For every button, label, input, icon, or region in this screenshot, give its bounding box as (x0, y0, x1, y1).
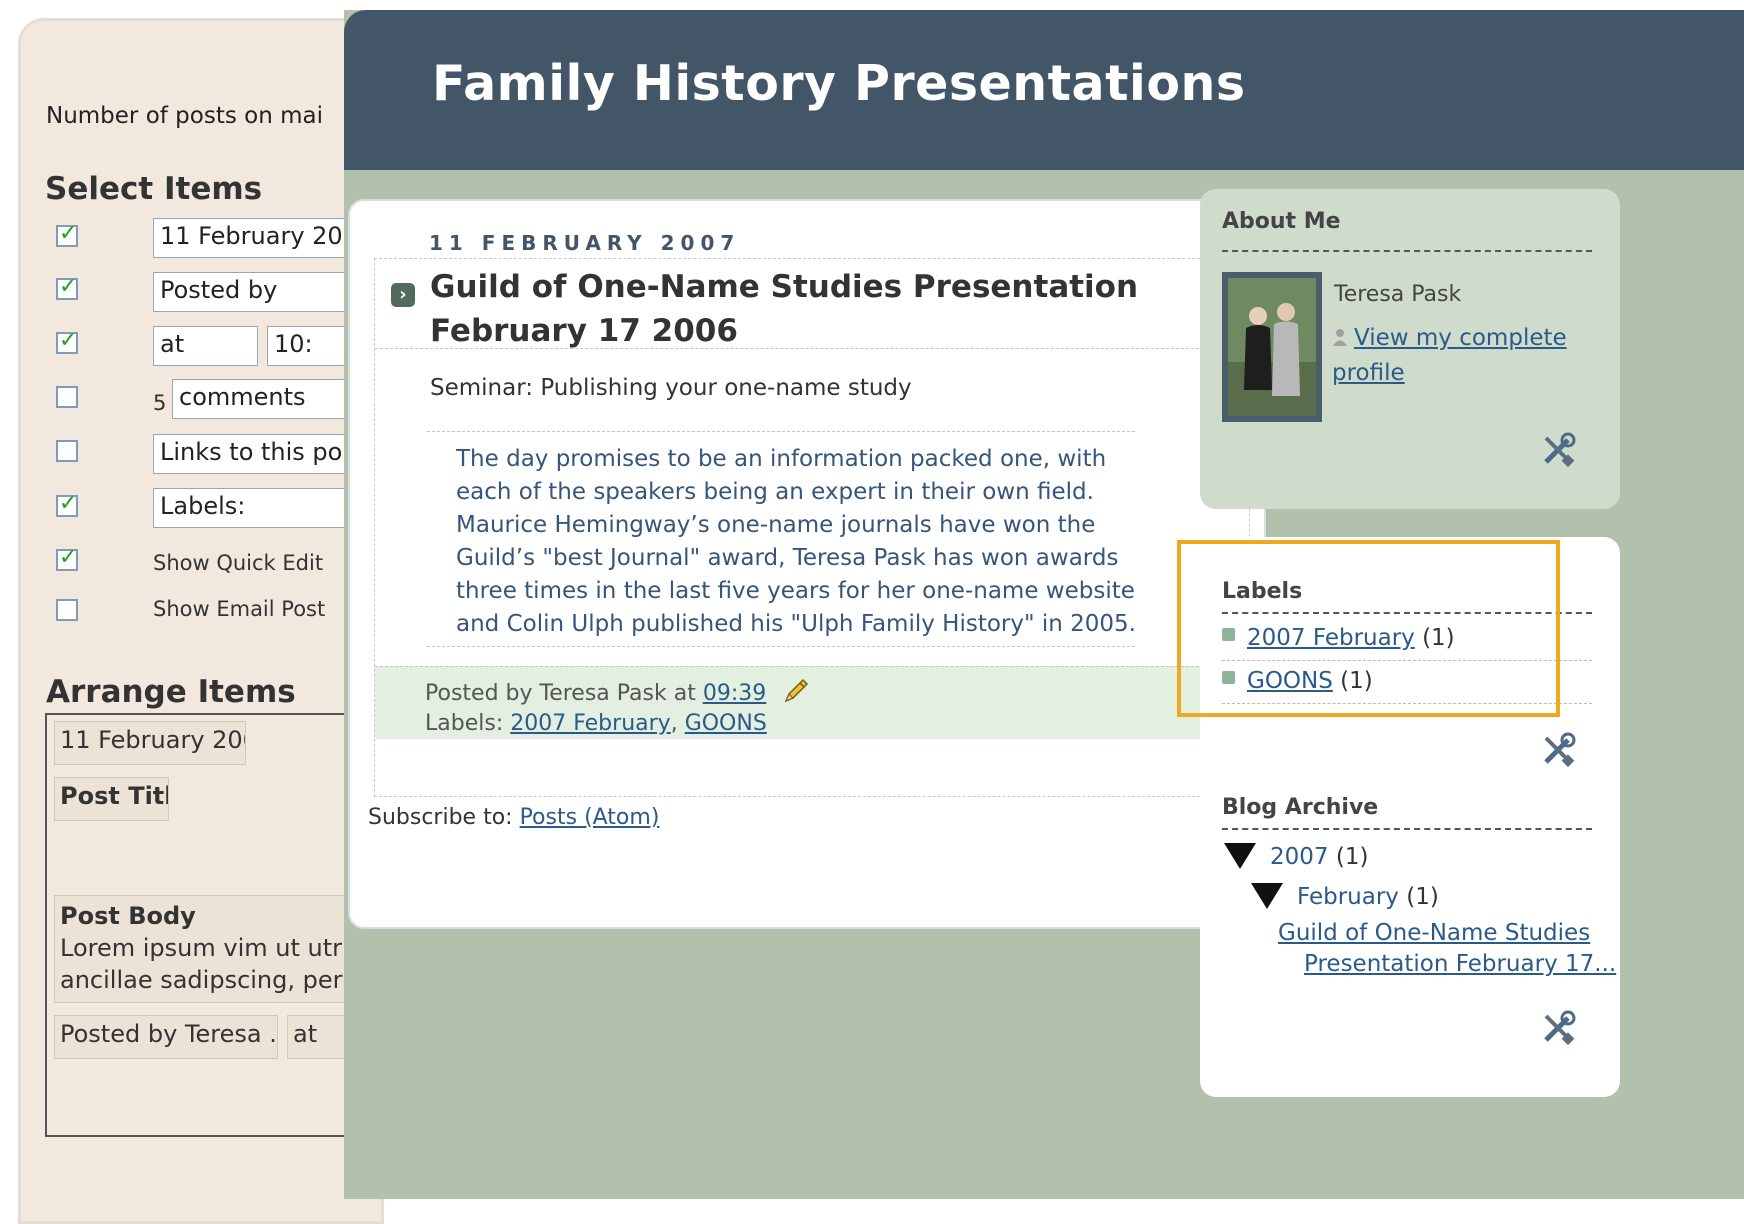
label-count: (1) (1422, 625, 1455, 651)
label-item-2007-february: 2007 February (1) (1222, 625, 1592, 651)
show-quick-edit-label: Show Quick Edit (153, 551, 324, 575)
post-label-goons[interactable]: GOONS (685, 711, 767, 736)
arrow-right-icon: › (391, 283, 415, 307)
labels-divider (1222, 612, 1592, 614)
quote-bottom-divider (427, 646, 1135, 647)
subscribe-prefix: Subscribe to: (368, 805, 520, 830)
arrange-at-item[interactable]: at (287, 1015, 347, 1059)
blog-preview: Family History Presentations 11 FEBRUARY… (344, 10, 1744, 1199)
show-email-post-label: Show Email Post (153, 597, 326, 621)
arrange-post-body-title: Post Body (60, 902, 196, 930)
show-backlinks-checkbox[interactable] (56, 440, 78, 462)
show-date-checkbox[interactable] (56, 221, 78, 247)
comments-count: 5 (153, 391, 167, 415)
layout-settings-panel: Number of posts on mai Select Items 11 F… (18, 18, 384, 1224)
label-bullet-icon (1222, 671, 1235, 684)
label-item-goons: GOONS (1) (1222, 668, 1592, 694)
arrange-post-body-line1: Lorem ipsum vim ut utr (60, 934, 342, 962)
post-title[interactable]: Guild of One-Name Studies Presentation F… (430, 265, 1210, 353)
show-labels-checkbox[interactable] (56, 491, 78, 517)
show-email-post-checkbox[interactable] (56, 599, 78, 621)
arrange-post-title-item[interactable]: Post Title (54, 777, 169, 821)
pencil-icon[interactable] (782, 677, 810, 711)
view-profile-container: View my complete profile (1332, 322, 1572, 390)
label-row-divider (1222, 660, 1592, 661)
post-footer: Posted by Teresa Pask at 09:39 Labels: 2… (375, 666, 1249, 739)
profile-person-icon (1332, 324, 1348, 357)
archive-year-count: (1) (1335, 844, 1369, 870)
post: › Guild of One-Name Studies Presentation… (374, 258, 1250, 797)
profile-photo[interactable] (1222, 272, 1322, 422)
arrange-posted-by-item[interactable]: Posted by Teresa ... (54, 1015, 278, 1059)
triangle-down-icon[interactable] (1224, 843, 1256, 869)
blog-archive-divider (1222, 828, 1592, 830)
wrench-screwdriver-icon[interactable] (1540, 1010, 1576, 1046)
post-seminar-text: Seminar: Publishing your one-name study (430, 375, 912, 401)
labels-archive-widget: Labels 2007 February (1) GOONS (1) Blog … (1200, 537, 1620, 1097)
post-date-header: 11 FEBRUARY 2007 (429, 231, 741, 255)
profile-name: Teresa Pask (1334, 282, 1462, 307)
arrange-date-item[interactable]: 11 February 2007 (54, 721, 246, 765)
posts-on-main-label: Number of posts on mai (46, 103, 323, 129)
label-link-2007-february[interactable]: 2007 February (1247, 625, 1415, 651)
labels-prefix: Labels: (425, 711, 511, 736)
label-link-goons[interactable]: GOONS (1247, 668, 1333, 694)
labels-separator: , (670, 711, 685, 736)
select-items-heading: Select Items (45, 171, 263, 207)
about-me-widget: About Me Teresa Pask View my complete pr… (1200, 189, 1620, 509)
archive-month-count: (1) (1406, 884, 1439, 910)
subscribe-line: Subscribe to: Posts (Atom) (368, 805, 659, 830)
about-me-title: About Me (1222, 209, 1341, 234)
triangle-down-icon[interactable] (1251, 883, 1283, 909)
show-author-checkbox[interactable] (56, 274, 78, 300)
post-time-link[interactable]: 09:39 (703, 681, 766, 706)
post-label-2007-february[interactable]: 2007 February (510, 711, 670, 736)
view-complete-profile-link[interactable]: View my complete profile (1332, 325, 1567, 386)
arrange-items-box: 11 February 2007 Post Title Post Body Lo… (45, 713, 381, 1137)
show-time-checkbox[interactable] (56, 328, 78, 354)
label-row-divider (1222, 703, 1592, 704)
post-author-line: Posted by Teresa Pask at 09:39 (425, 677, 810, 711)
arrange-post-body-line2: ancillae sadipscing, per (60, 966, 343, 994)
post-title-divider (375, 348, 1249, 349)
label-bullet-icon (1222, 628, 1235, 641)
archive-post-link-line2[interactable]: Presentation February 17... (1304, 951, 1616, 977)
wrench-screwdriver-icon[interactable] (1540, 432, 1576, 468)
arrange-post-body-item[interactable]: Post Body Lorem ipsum vim ut utr ancilla… (54, 895, 381, 1003)
subscribe-posts-atom-link[interactable]: Posts (Atom) (520, 805, 660, 830)
posted-by-text: Posted by Teresa Pask at (425, 681, 703, 706)
show-quick-edit-checkbox[interactable] (56, 545, 78, 571)
archive-year-link[interactable]: 2007 (1270, 844, 1329, 870)
post-labels-line: Labels: 2007 February, GOONS (425, 711, 767, 736)
quote-top-divider (427, 431, 1135, 432)
main-post-column: 11 FEBRUARY 2007 › Guild of One-Name Stu… (348, 199, 1266, 929)
at-input[interactable]: at (153, 326, 258, 366)
labels-title: Labels (1222, 579, 1303, 604)
blog-title[interactable]: Family History Presentations (432, 55, 1246, 112)
show-comments-checkbox[interactable] (56, 386, 78, 408)
wrench-screwdriver-icon[interactable] (1540, 732, 1576, 768)
archive-year: 2007 (1) (1270, 844, 1368, 870)
blog-header: Family History Presentations (344, 10, 1744, 170)
archive-month: February (1) (1297, 884, 1439, 910)
label-count: (1) (1340, 668, 1373, 694)
archive-month-link[interactable]: February (1297, 884, 1399, 910)
arrange-items-heading: Arrange Items (46, 674, 296, 710)
about-me-divider (1222, 250, 1592, 252)
blog-archive-title: Blog Archive (1222, 795, 1379, 820)
post-quote: The day promises to be an information pa… (456, 446, 1136, 637)
archive-post-link-line1[interactable]: Guild of One-Name Studies (1278, 920, 1590, 946)
